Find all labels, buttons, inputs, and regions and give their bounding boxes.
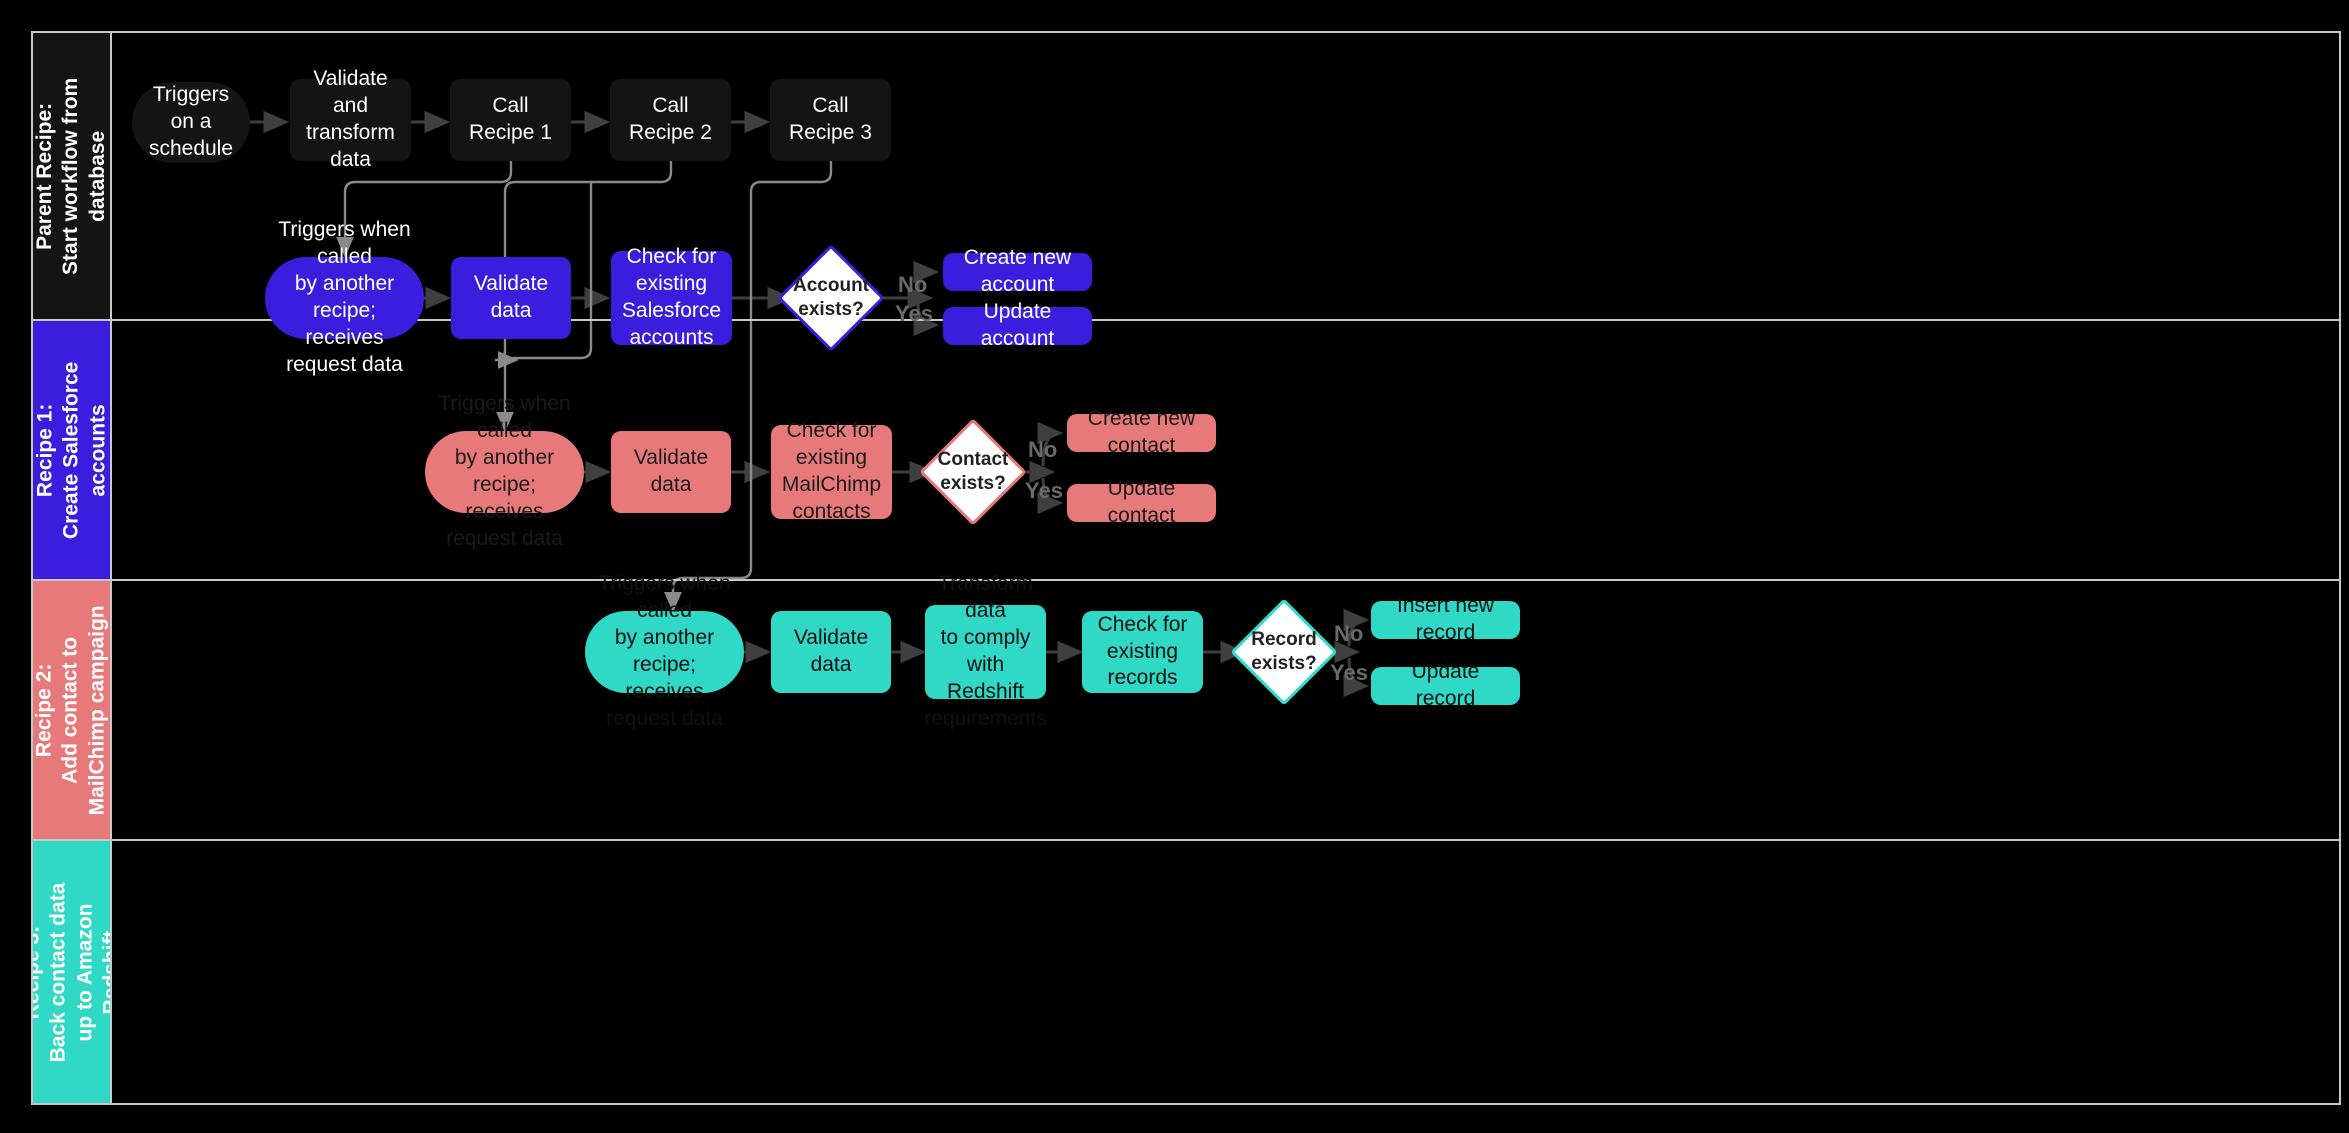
lane-recipe2-label-line1: Recipe 2: [33,663,57,757]
lane-recipe3-label-line3: up to Amazon [72,902,96,1042]
node-recipe2-create-new-contact[interactable]: Create new contact [1067,407,1216,457]
node-recipe2-trigger[interactable]: Triggers when called by another recipe; re… [425,392,584,550]
branch-label-recipe3-yes: Yes [1330,660,1368,685]
lane-recipe3-label-line2: Back contact data [46,882,70,1062]
branch-label-recipe2-yes: Yes [1025,478,1063,503]
branch-label-recipe3-no: No [1334,621,1364,646]
branch-label-recipe1-no: No [898,272,928,297]
node-recipe3-insert-new-record[interactable]: Insert new record [1371,594,1520,644]
lane-recipe3-label-line4: Redshift [98,930,112,1015]
node-parent-validate[interactable]: Validate and transform data [290,67,411,171]
lane-header-parent: Parent Recipe: Start workflow from datab… [33,33,112,319]
node-recipe3-trigger[interactable]: Triggers when called by another recipe; re… [585,572,744,730]
branch-label-recipe2-no: No [1028,437,1058,462]
node-recipe3-validate-data[interactable]: Validate data [771,611,891,693]
lane-body-recipe2 [114,581,2339,839]
lane-recipe1-label-line2: Create Salesforce [59,361,83,539]
node-parent-call-recipe-1[interactable]: Call Recipe 1 [450,79,571,161]
node-recipe1-trigger[interactable]: Triggers when called by another recipe; re… [265,218,424,376]
lane-recipe1-label-line1: Recipe 1: [33,403,57,497]
lane-parent-label-line2: Start workflow from [59,77,83,275]
branch-label-recipe1-yes: Yes [895,301,933,326]
decision-label-recipe1: Account exists? [793,275,869,320]
node-recipe3-check-existing-records[interactable]: Check for existing records [1082,611,1203,693]
node-recipe2-update-contact[interactable]: Update contact [1067,477,1216,527]
node-parent-call-recipe-2[interactable]: Call Recipe 2 [610,79,731,161]
diagram-canvas: Parent Recipe: Start workflow from datab… [0,0,2349,1133]
node-parent-trigger[interactable]: Triggers on a schedule [132,82,250,163]
node-recipe3-decision-record-exists[interactable]: Record exists? [1230,598,1338,706]
node-recipe1-update-account[interactable]: Update account [943,300,1092,350]
node-recipe1-check-existing-accounts[interactable]: Check for existing Salesforce accounts [611,245,732,349]
node-recipe2-check-existing-contacts[interactable]: Check for existing MailChimp contacts [771,419,892,523]
node-recipe1-decision-account-exists[interactable]: Account exists? [777,244,885,352]
node-parent-call-recipe-3[interactable]: Call Recipe 3 [770,79,891,161]
lane-recipe1-label-line3: accounts [85,403,109,497]
lane-header-recipe3: Recipe 3: Back contact data up to Amazon… [33,841,112,1103]
lane-parent-label-line3: database [85,130,109,222]
lane-header-recipe2: Recipe 2: Add contact to MailChimp campa… [33,581,112,839]
lane-body-recipe3 [114,841,2339,1103]
lane-recipe2-label-line3: MailChimp campaign [85,604,109,816]
decision-label-recipe2: Contact exists? [937,449,1009,494]
lane-parent-label-line1: Parent Recipe: [33,102,57,250]
lane-body-parent [114,33,2339,319]
lane-recipe2-label-line2: Add contact to [59,636,83,784]
decision-label-recipe3: Record exists? [1251,629,1317,674]
node-recipe1-create-new-account[interactable]: Create new account [943,246,1092,296]
node-recipe1-validate-data[interactable]: Validate data [451,257,571,339]
node-recipe2-validate-data[interactable]: Validate data [611,431,731,513]
lane-recipe3: Recipe 3: Back contact data up to Amazon… [31,839,2341,1105]
node-recipe2-decision-contact-exists[interactable]: Contact exists? [919,418,1027,526]
lane-recipe3-label-line1: Recipe 3: [33,925,44,1019]
node-recipe3-transform-data[interactable]: Transform data to comply with Redshift requ… [924,572,1047,729]
lane-header-recipe1: Recipe 1: Create Salesforce accounts [33,321,112,579]
node-recipe3-update-record[interactable]: Update record [1371,660,1520,710]
